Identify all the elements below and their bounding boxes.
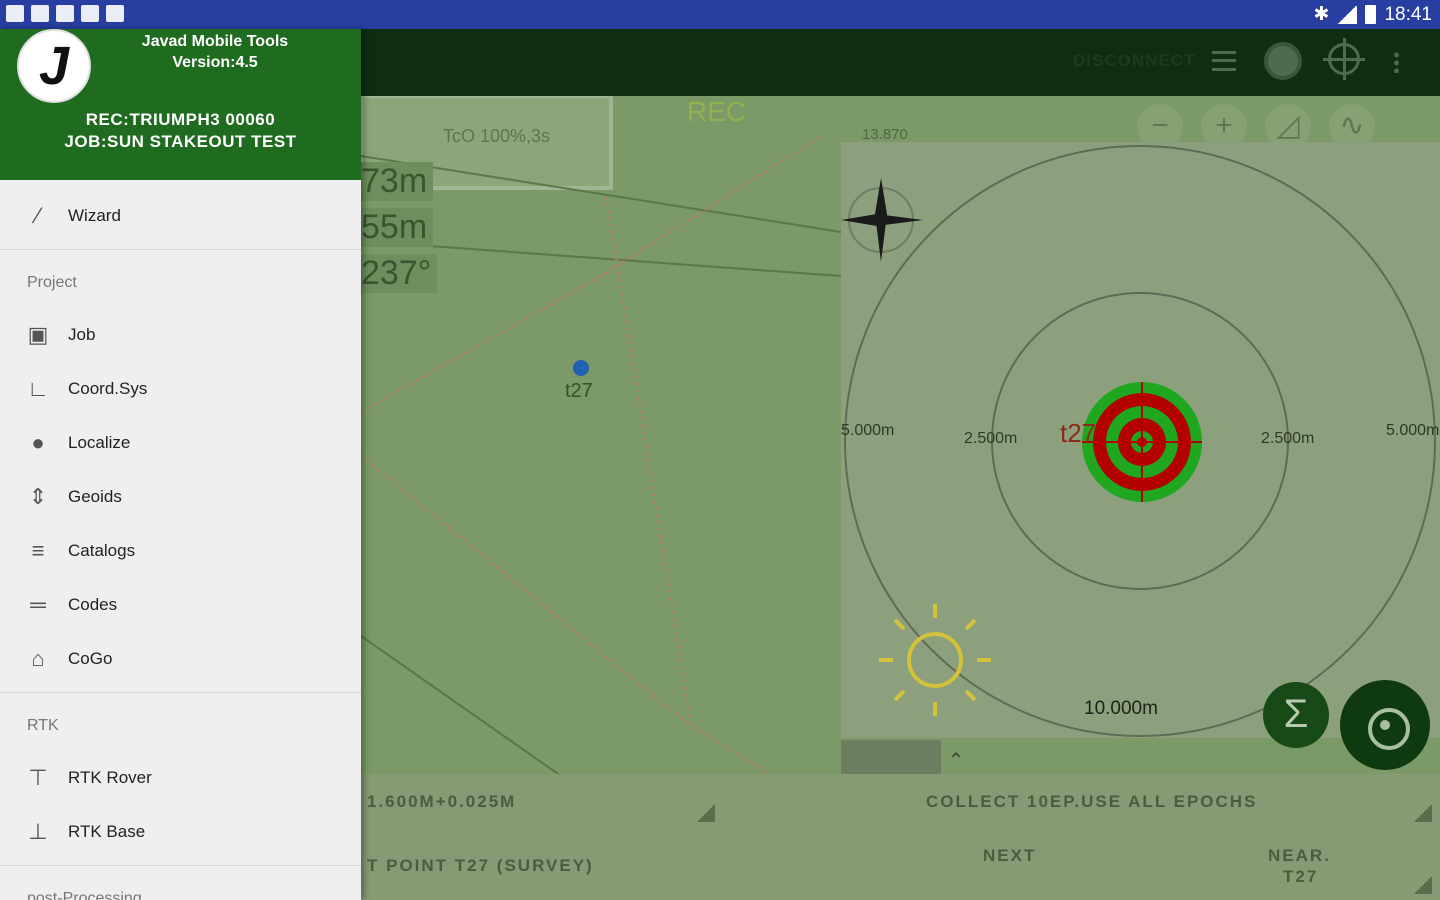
magic-wand-icon: ⁄ <box>36 203 40 228</box>
menu-item-label: CoGo <box>68 649 113 668</box>
notification-icon <box>81 5 99 22</box>
rec-indicator: REC <box>687 96 747 127</box>
angle-readout: 237° <box>361 254 438 293</box>
ring-label: 5.000m <box>841 422 895 439</box>
section-title: Project <box>27 274 77 291</box>
menu-item-codes[interactable]: ═ Codes <box>0 578 361 632</box>
action-row: 1.600M+0.025M COLLECT 10EP.USE ALL EPOCH… <box>361 774 1440 828</box>
point-marker <box>573 360 589 376</box>
divider <box>0 249 361 250</box>
menu-item-label: Coord.Sys <box>68 379 148 398</box>
cogo-icon: ⌂ <box>31 646 45 671</box>
status-bar: ✱ 18:41 <box>0 0 1440 29</box>
corner-indicator <box>697 804 715 822</box>
menu-item-label: Wizard <box>68 206 121 225</box>
menu-item-rtk-rover[interactable]: ⊤ RTK Rover <box>0 751 361 805</box>
more-vert-icon[interactable] <box>1394 51 1399 73</box>
clock: 18:41 <box>1384 3 1432 25</box>
app-logo: J <box>17 29 91 103</box>
stake-point-selector[interactable]: T POINT T27 (SURVEY) <box>367 856 594 876</box>
target-point-label: t27 <box>1060 418 1097 448</box>
section-header: Project <box>0 254 361 308</box>
connection-info: REC:TRIUMPH3 00060 JOB:SUN STAKEOUT TEST <box>0 109 361 153</box>
ring-label: 5.000m <box>1386 422 1440 439</box>
menu-item-wizard[interactable]: ⁄ Wizard <box>0 189 361 243</box>
app-name: Javad Mobile Tools <box>141 33 289 50</box>
menu-item-job[interactable]: ▣ Job <box>0 308 361 362</box>
geoid-icon: ⇕ <box>28 484 48 509</box>
menu-item-rtk-base[interactable]: ⊥ RTK Base <box>0 805 361 859</box>
menu-item-label: Codes <box>68 595 118 614</box>
menu-item-coord-sys[interactable]: ∟ Coord.Sys <box>0 362 361 416</box>
notification-icon <box>31 5 49 22</box>
menu-item-label: Geoids <box>68 487 122 506</box>
app-version: Version:4.5 <box>172 54 258 71</box>
section-title: post-Processing <box>27 890 142 900</box>
antenna-height-field[interactable]: 1.600M+0.025M <box>367 792 516 812</box>
gnss-status: TcO 100%,3s <box>443 126 551 146</box>
notification-icon <box>106 5 124 22</box>
divider <box>0 692 361 693</box>
disconnect-button[interactable]: DISCONNECT <box>1073 51 1195 71</box>
menu-item-label: Localize <box>68 433 131 452</box>
stakeout-bullseye: 5.000m 2.500m 2.500m 5.000m t27 10.000m <box>841 142 1440 738</box>
rover-icon: ⊤ <box>28 765 48 790</box>
distance-readout: 55m <box>361 208 434 247</box>
crosshair-icon[interactable] <box>1323 38 1365 80</box>
location-pin-icon: ● <box>31 430 45 455</box>
codes-icon: ═ <box>30 592 46 617</box>
list-icon: ≡ <box>31 538 45 563</box>
section-header: RTK <box>0 697 361 751</box>
menu-item-geoids[interactable]: ⇕ Geoids <box>0 470 361 524</box>
divider <box>0 865 361 866</box>
notification-icons <box>6 5 124 22</box>
list-icon[interactable] <box>1212 51 1236 71</box>
corner-indicator <box>1414 876 1432 894</box>
action-row: T POINT T27 (SURVEY) NEXT NEAR. T27 <box>361 828 1440 900</box>
menu-item-localize[interactable]: ● Localize <box>0 416 361 470</box>
sun-icon <box>879 604 991 716</box>
notification-icon <box>56 5 74 22</box>
target-marker <box>1082 382 1202 502</box>
collect-button[interactable]: COLLECT 10EP.USE ALL EPOCHS <box>926 792 1257 812</box>
ring-label: 2.500m <box>964 430 1018 447</box>
coordinate-readout: 13.870 <box>862 126 908 143</box>
corner-indicator <box>1414 804 1432 822</box>
base-icon: ⊥ <box>28 819 48 844</box>
axes-icon: ∟ <box>27 376 49 401</box>
menu-item-label: RTK Base <box>68 822 146 841</box>
job-label: JOB:SUN STAKEOUT TEST <box>64 132 297 151</box>
nearest-button[interactable]: NEAR. <box>1268 846 1331 866</box>
drawer-menu: ⁄ Wizard Project ▣ Job ∟ Coord.Sys ● Loc… <box>0 189 361 900</box>
image-icon: ▣ <box>27 322 49 347</box>
distance-readout: 73m <box>361 162 434 201</box>
navigation-drawer: J Javad Mobile Tools Version:4.5 REC:TRI… <box>0 29 361 900</box>
section-title: RTK <box>27 717 59 734</box>
compass-icon <box>841 178 923 262</box>
bullseye-graphic <box>841 145 1436 737</box>
ring-label: 2.500m <box>1261 430 1315 447</box>
my-location-button[interactable] <box>1340 680 1430 770</box>
section-header: post-Processing <box>0 870 361 900</box>
next-button[interactable]: NEXT <box>983 846 1036 866</box>
battery-icon <box>1365 5 1377 24</box>
drawer-header: J Javad Mobile Tools Version:4.5 REC:TRI… <box>0 29 361 180</box>
system-icons: ✱ 18:41 <box>1314 3 1432 26</box>
menu-item-label: Catalogs <box>68 541 136 560</box>
bluetooth-icon: ✱ <box>1313 4 1330 25</box>
notification-icon <box>6 5 24 22</box>
point-label: t27 <box>565 380 593 402</box>
menu-item-catalogs[interactable]: ≡ Catalogs <box>0 524 361 578</box>
menu-item-label: Job <box>68 325 96 344</box>
nearest-point-label: T27 <box>1283 867 1319 886</box>
target-icon[interactable] <box>1264 42 1302 80</box>
app-info: Javad Mobile Tools Version:4.5 <box>100 31 330 73</box>
menu-item-cogo[interactable]: ⌂ CoGo <box>0 632 361 686</box>
receiver-label: REC:TRIUMPH3 00060 <box>85 110 276 129</box>
scale-label: 10.000m <box>1084 698 1158 719</box>
menu-item-label: RTK Rover <box>68 768 152 787</box>
signal-icon <box>1337 5 1358 24</box>
average-button[interactable]: Σ <box>1263 682 1329 748</box>
